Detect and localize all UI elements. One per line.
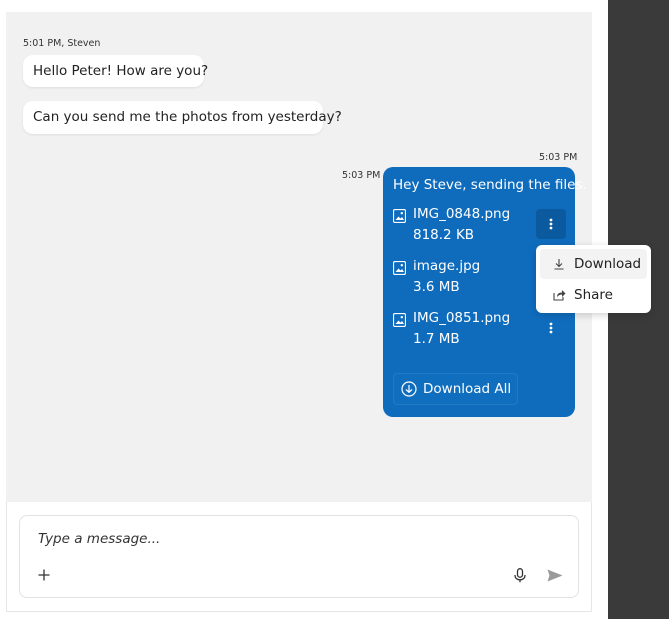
message-text: Hey Steve, sending the files.: [393, 177, 587, 193]
file-size: 1.7 MB: [413, 331, 460, 347]
incoming-message: Hello Peter! How are you?: [23, 55, 208, 87]
message-meta: 5:03 PM: [539, 152, 578, 163]
message-text: Hello Peter! How are you?: [33, 63, 209, 79]
menu-item-label: Download: [574, 256, 642, 272]
message-time: 5:03 PM: [342, 170, 381, 181]
file-attachment[interactable]: IMG_0848.png 818.2 KB: [393, 206, 543, 250]
file-size: 818.2 KB: [413, 227, 475, 243]
file-size: 3.6 MB: [413, 279, 460, 295]
image-file-icon: [393, 209, 406, 223]
file-attachment[interactable]: IMG_0851.png 1.7 MB: [393, 310, 543, 354]
message-input[interactable]: Type a message...: [38, 531, 160, 547]
plus-icon: [38, 569, 50, 581]
send-icon: [547, 569, 563, 581]
more-vertical-icon: [549, 218, 553, 230]
download-icon: [552, 257, 566, 271]
file-name: image.jpg: [413, 258, 481, 274]
menu-item-share[interactable]: Share: [540, 280, 647, 310]
message-meta: 5:01 PM, Steven: [23, 38, 101, 49]
microphone-icon: [514, 567, 526, 582]
download-all-button[interactable]: Download All: [393, 373, 518, 405]
file-context-menu: Download Share: [536, 245, 651, 313]
download-circle-icon: [401, 381, 417, 397]
incoming-message: Can you send me the photos from yesterda…: [23, 101, 342, 134]
send-button[interactable]: [545, 565, 565, 585]
image-file-icon: [393, 313, 406, 327]
more-vertical-icon: [549, 322, 553, 334]
file-name: IMG_0851.png: [413, 310, 511, 326]
file-more-button[interactable]: [536, 209, 566, 239]
microphone-button[interactable]: [510, 565, 530, 585]
download-all-label: Download All: [423, 381, 512, 397]
menu-item-download[interactable]: Download: [540, 249, 647, 279]
file-attachment[interactable]: image.jpg 3.6 MB: [393, 258, 543, 302]
file-name: IMG_0848.png: [413, 206, 511, 222]
share-icon: [552, 288, 566, 302]
file-more-button[interactable]: [536, 313, 566, 343]
message-text: Can you send me the photos from yesterda…: [33, 109, 342, 125]
menu-item-label: Share: [574, 287, 613, 303]
add-attachment-button[interactable]: [34, 565, 54, 585]
image-file-icon: [393, 261, 406, 275]
message-composer: Type a message...: [19, 515, 579, 598]
